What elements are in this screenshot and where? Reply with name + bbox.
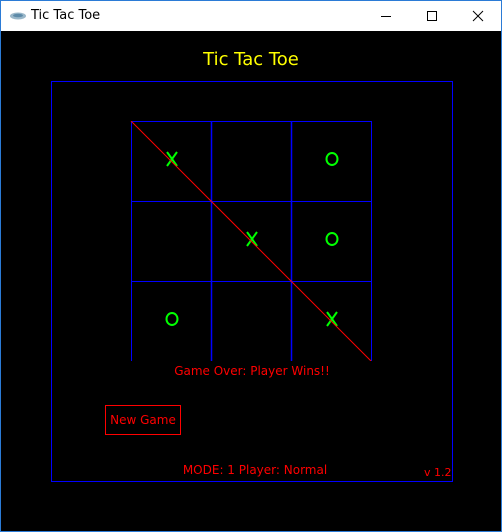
game-title: Tic Tac Toe — [203, 49, 299, 70]
board-cell-2-1[interactable] — [211, 281, 291, 361]
new-game-button[interactable]: New Game — [105, 405, 181, 435]
minimize-icon — [381, 16, 391, 17]
maximize-icon — [427, 11, 437, 21]
app-window: Tic Tac Toe Tic Tac Toe Game Over: Playe… — [0, 0, 502, 532]
maximize-button[interactable] — [409, 1, 455, 31]
game-board — [130, 121, 372, 361]
window-title: Tic Tac Toe — [31, 8, 101, 23]
close-button[interactable] — [455, 1, 501, 31]
board-cell-0-2[interactable] — [291, 121, 371, 201]
status-message: Game Over: Player Wins!! — [174, 364, 330, 378]
game-canvas: Tic Tac Toe Game Over: Player Wins!! New… — [1, 31, 501, 531]
board-cell-2-0[interactable] — [131, 281, 211, 361]
board-cell-0-1[interactable] — [211, 121, 291, 201]
title-bar[interactable]: Tic Tac Toe — [1, 1, 501, 31]
java-cup-icon — [10, 12, 26, 20]
board-cell-1-2[interactable] — [291, 201, 371, 281]
version-label: v 1.2 — [424, 466, 452, 479]
minimize-button[interactable] — [363, 1, 409, 31]
close-icon — [472, 10, 484, 22]
board-cell-1-0[interactable] — [131, 201, 211, 281]
